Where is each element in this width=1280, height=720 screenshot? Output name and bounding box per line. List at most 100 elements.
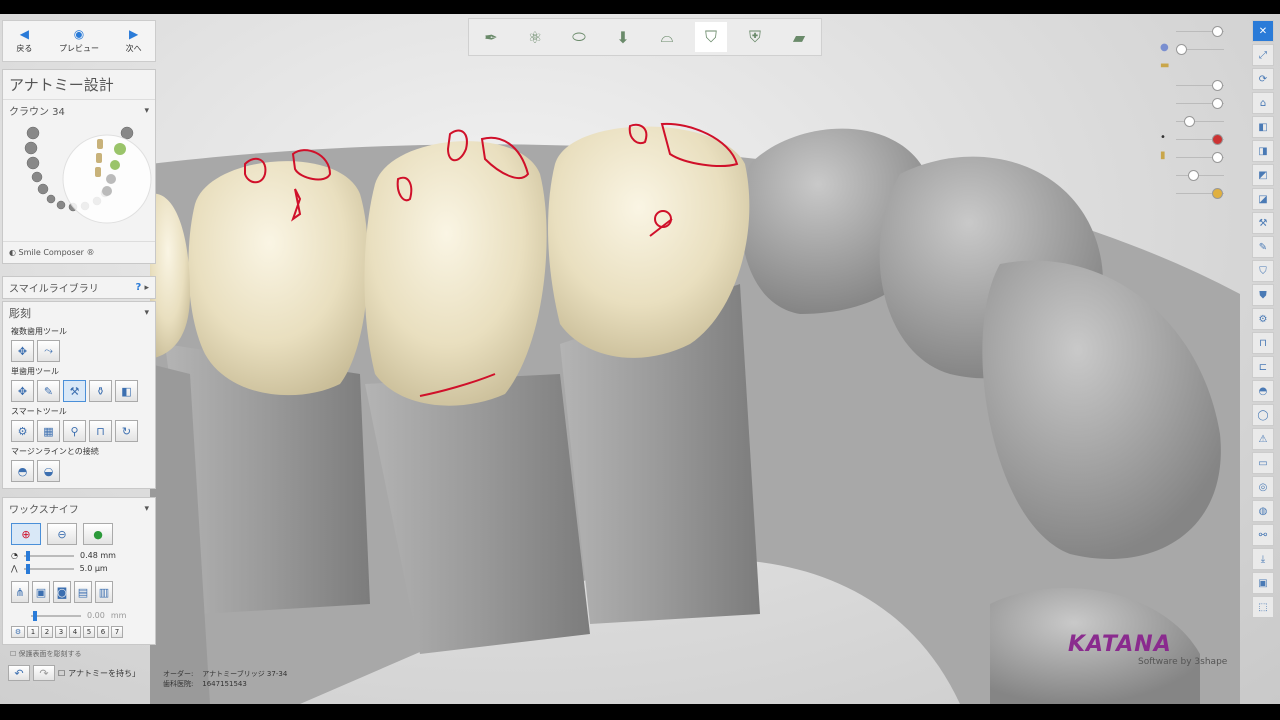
view-tool-18[interactable]: ▭ xyxy=(1252,452,1274,474)
cusp-tool[interactable]: ⚱ xyxy=(89,380,112,402)
preset-2[interactable]: 2 xyxy=(41,626,53,638)
preset-7[interactable]: 7 xyxy=(111,626,123,638)
view-tool-16[interactable]: ◯ xyxy=(1252,404,1274,426)
view-tool-2[interactable]: ⟳ xyxy=(1252,68,1274,90)
tooth-icon: ⛊ xyxy=(1259,289,1267,301)
preset-4[interactable]: 4 xyxy=(69,626,81,638)
visibility-row[interactable] xyxy=(1160,76,1240,94)
dental-model[interactable] xyxy=(0,14,1280,704)
visibility-row[interactable] xyxy=(1160,22,1240,40)
view-tool-6[interactable]: ◩ xyxy=(1252,164,1274,186)
tool-insertion[interactable]: ⚛ xyxy=(519,22,551,52)
smooth-material-button[interactable]: ● xyxy=(83,523,113,545)
view-tool-7[interactable]: ◪ xyxy=(1252,188,1274,210)
wax-knife-header[interactable]: ワックスナイフ ▾ xyxy=(3,498,155,519)
tool-coping[interactable]: ⌓ xyxy=(651,22,683,52)
margin-tool-1[interactable]: ◓ xyxy=(11,460,34,482)
preset-6[interactable]: 6 xyxy=(97,626,109,638)
view-tool-21[interactable]: ⚯ xyxy=(1252,524,1274,546)
keep-anatomy-checkbox[interactable]: ☐ xyxy=(58,669,65,678)
visibility-row[interactable]: ▬ xyxy=(1160,58,1240,76)
size-slider[interactable] xyxy=(23,550,74,561)
view-tool-17[interactable]: ⚠ xyxy=(1252,428,1274,450)
3d-viewport[interactable] xyxy=(0,14,1280,704)
shape-tool-5[interactable]: ▥ xyxy=(95,581,113,603)
view-tool-1[interactable]: ⤢ xyxy=(1252,44,1274,66)
visibility-row[interactable]: • xyxy=(1160,130,1240,148)
close-button[interactable]: ✕ xyxy=(1252,20,1274,42)
visibility-row[interactable]: ● xyxy=(1160,40,1240,58)
crown-selector[interactable]: クラウン 34 ▾ xyxy=(3,100,155,121)
preset-icon-button[interactable]: ⚙ xyxy=(11,626,25,638)
tool-save[interactable]: ⬇ xyxy=(607,22,639,52)
help-icon[interactable]: ? xyxy=(135,282,141,293)
smart-tool-1[interactable]: ⚙ xyxy=(11,420,34,442)
remove-material-button[interactable]: ⊖ xyxy=(47,523,77,545)
back-button[interactable]: ◀ 戻る xyxy=(16,28,32,54)
depth-value: 5.0 μm xyxy=(79,564,108,573)
smile-library-header[interactable]: スマイルライブラリ ? ▸ xyxy=(3,277,155,298)
tool-anatomy[interactable]: ⛉ xyxy=(695,22,727,52)
smart-tool-3[interactable]: ⚲ xyxy=(63,420,86,442)
view-tool-12[interactable]: ⚙ xyxy=(1252,308,1274,330)
tool-shield[interactable]: ⛨ xyxy=(739,22,771,52)
preset-5[interactable]: 5 xyxy=(83,626,95,638)
multi-transform-tool[interactable]: ✥ xyxy=(11,340,34,362)
smile-composer[interactable]: ◐ Smile Composer ® xyxy=(3,241,155,263)
shape-tool-3[interactable]: ◙ xyxy=(53,581,71,603)
offset-slider[interactable] xyxy=(31,610,81,621)
checkbox[interactable]: ☐ xyxy=(10,650,16,658)
add-material-button[interactable]: ⊕ xyxy=(11,523,41,545)
view-tool-11[interactable]: ⛊ xyxy=(1252,284,1274,306)
single-transform-tool[interactable]: ✥ xyxy=(11,380,34,402)
shape-tool-1[interactable]: ⋔ xyxy=(11,581,29,603)
view-tool-3[interactable]: ⌂ xyxy=(1252,92,1274,114)
smart-tool-5[interactable]: ↻ xyxy=(115,420,138,442)
visibility-row[interactable] xyxy=(1160,94,1240,112)
view-tool-10[interactable]: ⛉ xyxy=(1252,260,1274,282)
right-toolbar: ✕ ⤢ ⟳ ⌂ ◧ ◨ ◩ ◪ ⚒ ✎ ⛉ ⛊ ⚙ ⊓ ⊏ ◓ ◯ ⚠ ▭ ◎ … xyxy=(1252,20,1274,618)
visibility-row[interactable] xyxy=(1160,184,1240,202)
view-tool-9[interactable]: ✎ xyxy=(1252,236,1274,258)
tooth-chart[interactable] xyxy=(3,121,155,241)
tooth-chart-graphic[interactable] xyxy=(3,121,157,241)
tool-export[interactable]: ▰ xyxy=(783,22,815,52)
shape-tool-2[interactable]: ▣ xyxy=(32,581,50,603)
cube-icon: ◩ xyxy=(1258,169,1268,181)
visibility-row[interactable] xyxy=(1160,166,1240,184)
view-tool-20[interactable]: ◍ xyxy=(1252,500,1274,522)
view-tool-5[interactable]: ◨ xyxy=(1252,140,1274,162)
preset-3[interactable]: 3 xyxy=(55,626,67,638)
shape-tool-4[interactable]: ▤ xyxy=(74,581,92,603)
view-tool-22[interactable]: ⤓ xyxy=(1252,548,1274,570)
tool-icon: ⚯ xyxy=(1258,529,1268,541)
protect-surface-option[interactable]: ☐ 保護表面を彫刻する xyxy=(2,645,156,663)
view-tool-15[interactable]: ◓ xyxy=(1252,380,1274,402)
sculpt-header[interactable]: 彫刻 ▾ xyxy=(3,302,155,324)
single-morph-tool[interactable]: ✎ xyxy=(37,380,60,402)
margin-tool-2[interactable]: ◒ xyxy=(37,460,60,482)
wax-knife-tool[interactable]: ⚒ xyxy=(63,380,86,402)
undo-button[interactable]: ↶ xyxy=(8,665,30,681)
view-tool-23[interactable]: ▣ xyxy=(1252,572,1274,594)
view-tool-4[interactable]: ◧ xyxy=(1252,116,1274,138)
view-tool-24[interactable]: ⬚ xyxy=(1252,596,1274,618)
smooth-tool[interactable]: ◧ xyxy=(115,380,138,402)
anatomy-panel: アナトミー設計 クラウン 34 ▾ ◐ Smile Composer ® xyxy=(2,69,156,264)
tool-margin-line[interactable]: ✒ xyxy=(475,22,507,52)
view-tool-14[interactable]: ⊏ xyxy=(1252,356,1274,378)
view-tool-19[interactable]: ◎ xyxy=(1252,476,1274,498)
next-button[interactable]: ▶ 次へ xyxy=(126,28,142,54)
view-tool-13[interactable]: ⊓ xyxy=(1252,332,1274,354)
preset-1[interactable]: 1 xyxy=(27,626,39,638)
redo-button[interactable]: ↷ xyxy=(33,665,55,681)
tool-die[interactable]: ⬭ xyxy=(563,22,595,52)
smart-tool-4[interactable]: ⊓ xyxy=(89,420,112,442)
view-tool-8[interactable]: ⚒ xyxy=(1252,212,1274,234)
multi-morph-tool[interactable]: ⤳ xyxy=(37,340,60,362)
depth-slider[interactable] xyxy=(23,563,74,574)
smart-tool-2[interactable]: ▦ xyxy=(37,420,60,442)
preview-button[interactable]: ◉ プレビュー xyxy=(59,28,99,54)
visibility-row[interactable] xyxy=(1160,112,1240,130)
visibility-row[interactable]: ▮ xyxy=(1160,148,1240,166)
